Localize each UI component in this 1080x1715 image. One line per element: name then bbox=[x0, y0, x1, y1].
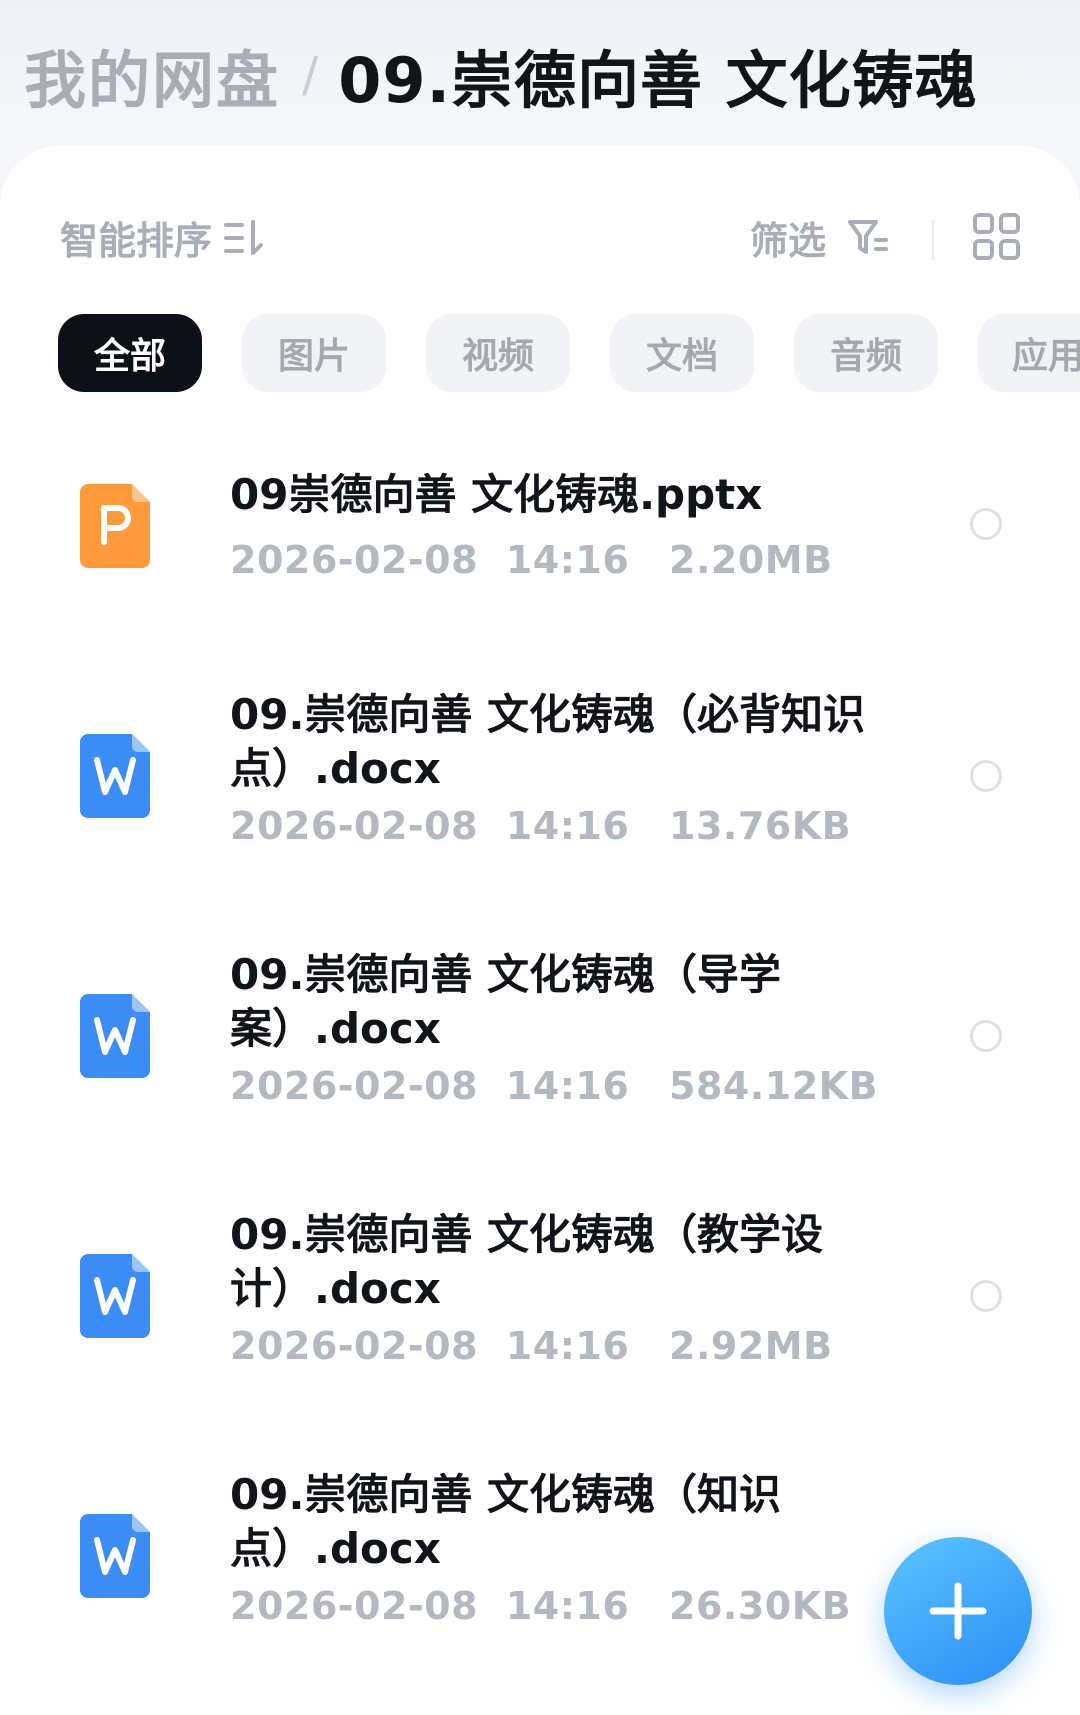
select-checkbox[interactable] bbox=[970, 508, 1002, 540]
file-name: 09.崇德向善 文化铸魂（知识点）.docx bbox=[230, 1470, 782, 1573]
file-meta: 2026-02-08 14:16 584.12KB bbox=[230, 1064, 878, 1108]
sort-lines-icon bbox=[224, 219, 264, 255]
tab-audio[interactable]: 音频 bbox=[794, 314, 938, 392]
sort-button[interactable]: 智能排序 bbox=[60, 210, 266, 265]
filter-label: 筛选 bbox=[750, 219, 827, 263]
breadcrumb: 我的网盘 / 09.崇德向善 文化铸魂 bbox=[24, 30, 978, 120]
breadcrumb-current-folder: 09.崇德向善 文化铸魂 bbox=[338, 44, 978, 117]
sort-label: 智能排序 bbox=[60, 219, 213, 263]
file-meta: 2026-02-08 14:16 13.76KB bbox=[230, 804, 851, 848]
toolbar: 智能排序 筛选 bbox=[0, 206, 1080, 266]
file-date: 2026-02-08 bbox=[230, 804, 479, 848]
tab-all[interactable]: 全部 bbox=[58, 314, 202, 392]
select-checkbox[interactable] bbox=[970, 1280, 1002, 1312]
plus-icon bbox=[929, 1582, 987, 1640]
file-row[interactable]: 09崇德向善 文化铸魂.pptx 2026-02-08 14:16 2.20MB bbox=[0, 440, 1080, 600]
pptx-file-icon bbox=[80, 484, 150, 568]
file-meta: 2026-02-08 14:16 2.92MB bbox=[230, 1324, 833, 1368]
tab-apps[interactable]: 应用 bbox=[978, 314, 1080, 392]
file-name: 09崇德向善 文化铸魂.pptx bbox=[230, 470, 763, 519]
docx-file-icon bbox=[80, 1514, 150, 1598]
file-size: 13.76KB bbox=[669, 804, 852, 848]
file-meta: 2026-02-08 14:16 26.30KB bbox=[230, 1584, 851, 1628]
file-time: 14:16 bbox=[505, 538, 630, 582]
add-button[interactable] bbox=[884, 1537, 1032, 1685]
file-date: 2026-02-08 bbox=[230, 538, 479, 582]
app-screen: 我的网盘 / 09.崇德向善 文化铸魂 智能排序 筛选 全部 图片 视频 文档 … bbox=[0, 0, 1080, 1715]
select-checkbox[interactable] bbox=[970, 760, 1002, 792]
file-row[interactable]: 09.崇德向善 文化铸魂（教学设计）.docx 2026-02-08 14:16… bbox=[0, 1170, 1080, 1390]
toolbar-divider bbox=[932, 220, 934, 260]
tab-documents[interactable]: 文档 bbox=[610, 314, 754, 392]
filter-button[interactable]: 筛选 bbox=[750, 210, 890, 265]
breadcrumb-separator: / bbox=[302, 47, 319, 103]
file-time: 14:16 bbox=[505, 1324, 630, 1368]
file-time: 14:16 bbox=[505, 1584, 630, 1628]
file-date: 2026-02-08 bbox=[230, 1584, 479, 1628]
docx-file-icon bbox=[80, 994, 150, 1078]
funnel-filter-icon bbox=[848, 219, 889, 254]
select-checkbox[interactable] bbox=[970, 1020, 1002, 1052]
grid-view-icon[interactable] bbox=[972, 212, 1022, 262]
category-tabs: 全部 图片 视频 文档 音频 应用 bbox=[58, 314, 1080, 392]
file-meta: 2026-02-08 14:16 2.20MB bbox=[230, 538, 833, 582]
file-name: 09.崇德向善 文化铸魂（导学案）.docx bbox=[230, 950, 782, 1053]
file-name: 09.崇德向善 文化铸魂（必背知识点）.docx bbox=[230, 690, 866, 793]
file-size: 2.20MB bbox=[669, 538, 833, 582]
file-name: 09.崇德向善 文化铸魂（教学设计）.docx bbox=[230, 1210, 824, 1313]
file-size: 2.92MB bbox=[669, 1324, 833, 1368]
docx-file-icon bbox=[80, 1254, 150, 1338]
tab-images[interactable]: 图片 bbox=[242, 314, 386, 392]
docx-file-icon bbox=[80, 734, 150, 818]
file-size: 26.30KB bbox=[669, 1584, 852, 1628]
file-row[interactable]: 09.崇德向善 文化铸魂（导学案）.docx 2026-02-08 14:16 … bbox=[0, 910, 1080, 1130]
file-time: 14:16 bbox=[505, 1064, 630, 1108]
breadcrumb-root[interactable]: 我的网盘 bbox=[24, 30, 280, 120]
file-size: 584.12KB bbox=[669, 1064, 879, 1108]
file-date: 2026-02-08 bbox=[230, 1064, 479, 1108]
tab-videos[interactable]: 视频 bbox=[426, 314, 570, 392]
file-date: 2026-02-08 bbox=[230, 1324, 479, 1368]
file-row[interactable]: 09.崇德向善 文化铸魂（必背知识点）.docx 2026-02-08 14:1… bbox=[0, 650, 1080, 870]
file-time: 14:16 bbox=[505, 804, 630, 848]
